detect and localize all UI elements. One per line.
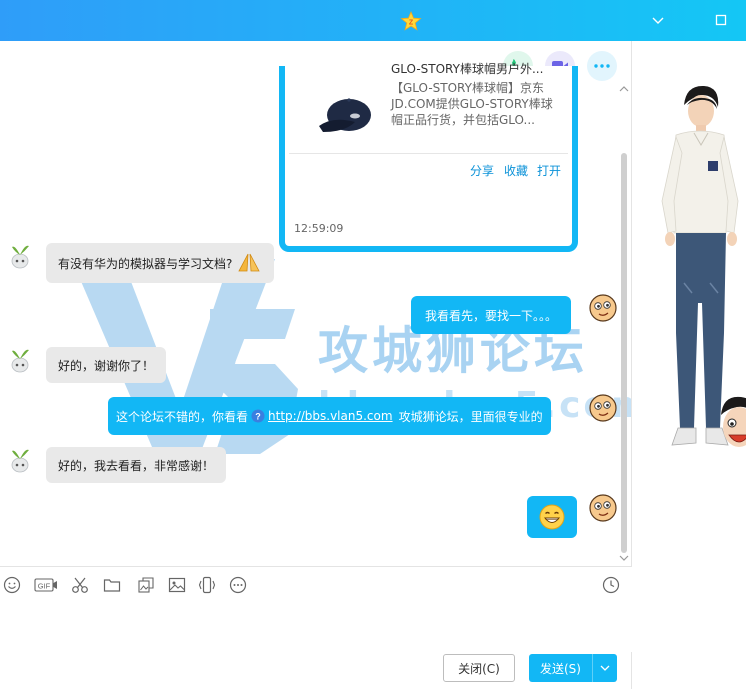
grin-face-icon bbox=[539, 504, 565, 530]
shake-button[interactable] bbox=[197, 575, 217, 595]
file-button[interactable] bbox=[102, 575, 122, 595]
card-description: 【GLO-STORY棒球帽】京东 JD.COM提供GLO-STORY棒球 帽正品… bbox=[391, 80, 561, 128]
message-input[interactable] bbox=[0, 602, 632, 652]
self-avatar[interactable] bbox=[588, 393, 618, 423]
chevron-down-icon bbox=[652, 17, 664, 24]
message-bubble-outgoing[interactable]: 我看看先，要找一下。。。 bbox=[411, 296, 572, 334]
message-text: 这个论坛不错的，你看看 bbox=[116, 409, 249, 424]
image-button[interactable] bbox=[167, 575, 187, 595]
chat-window: Z GLO-STORY棒球帽男户外... 【GLO-STORY棒球帽】京东 JD… bbox=[0, 0, 746, 689]
send-button[interactable]: 发送(S) bbox=[529, 654, 592, 682]
history-clock-icon bbox=[602, 576, 620, 594]
emoji-icon bbox=[3, 576, 21, 594]
card-title: GLO-STORY棒球帽男户外... bbox=[391, 62, 544, 76]
contact-avatar[interactable] bbox=[9, 443, 31, 473]
svg-text:GIF: GIF bbox=[38, 582, 51, 591]
card-divider bbox=[289, 153, 568, 154]
chevron-down-icon bbox=[600, 665, 610, 671]
emoji-button[interactable] bbox=[2, 575, 22, 595]
title-bar[interactable]: Z bbox=[0, 0, 746, 41]
question-icon: ? bbox=[251, 409, 265, 423]
input-toolbar: GIF bbox=[0, 566, 632, 602]
self-show-figure bbox=[721, 396, 746, 447]
message-bubble-outgoing[interactable] bbox=[527, 496, 577, 538]
message-bubble-incoming[interactable]: 好的，谢谢你了！ bbox=[46, 347, 167, 383]
maximize-button[interactable] bbox=[711, 10, 731, 30]
more-dots-icon bbox=[594, 64, 610, 68]
scissors-icon bbox=[72, 577, 88, 593]
collapse-button[interactable] bbox=[648, 10, 668, 30]
gif-icon: GIF bbox=[34, 578, 57, 592]
scroll-up-arrow-icon[interactable] bbox=[618, 85, 630, 93]
card-share-link[interactable]: 分享 bbox=[470, 162, 494, 179]
image-grid-icon bbox=[138, 577, 154, 593]
card-description-line: JD.COM提供GLO-STORY棒球 bbox=[391, 97, 553, 111]
svg-text:Z: Z bbox=[409, 20, 414, 27]
picture-collection-button[interactable] bbox=[136, 575, 156, 595]
message-bubble-incoming[interactable]: 好的，我去看看，非常感谢！ bbox=[46, 447, 227, 483]
more-button[interactable] bbox=[587, 51, 617, 81]
image-icon bbox=[168, 577, 186, 593]
history-button[interactable] bbox=[601, 575, 621, 595]
self-avatar[interactable] bbox=[588, 293, 618, 323]
message-timestamp: 12:59:09 bbox=[294, 222, 344, 235]
qq-zone-star-icon: Z bbox=[400, 11, 422, 31]
message-text: 有没有华为的模拟器与学习文档? bbox=[58, 256, 233, 271]
scroll-thumb[interactable] bbox=[621, 153, 627, 553]
chat-scrollbar[interactable] bbox=[618, 83, 630, 565]
baseball-cap-image bbox=[319, 98, 371, 132]
screenshot-button[interactable] bbox=[70, 575, 90, 595]
more-tools-button[interactable] bbox=[228, 575, 248, 595]
close-button[interactable]: 关闭(C) bbox=[443, 654, 515, 682]
card-favorite-link[interactable]: 收藏 bbox=[504, 162, 528, 179]
message-text: 好的，我去看看，非常感谢！ bbox=[58, 458, 215, 473]
prayer-hands-icon bbox=[238, 253, 261, 272]
shake-icon bbox=[198, 576, 216, 594]
message-text: 我看看先，要找一下。。。 bbox=[425, 308, 558, 323]
card-open-link[interactable]: 打开 bbox=[537, 162, 561, 179]
chat-history[interactable]: GLO-STORY棒球帽男户外... 【GLO-STORY棒球帽】京东 JD.C… bbox=[0, 41, 632, 566]
message-text: 攻城狮论坛，里面很专业的 bbox=[398, 409, 543, 424]
scroll-down-arrow-icon[interactable] bbox=[618, 554, 630, 562]
card-description-line: 【GLO-STORY棒球帽】京东 bbox=[391, 81, 544, 95]
more-circle-icon bbox=[229, 576, 247, 594]
send-options-button[interactable] bbox=[592, 654, 617, 682]
contact-show-panel bbox=[631, 41, 746, 689]
self-avatar[interactable] bbox=[588, 493, 618, 523]
maximize-icon bbox=[715, 14, 727, 26]
contact-avatar[interactable] bbox=[9, 343, 31, 373]
message-bubble-outgoing[interactable]: 这个论坛不错的，你看看 ? http://bbs.vlan5.com 攻城狮论坛… bbox=[108, 397, 551, 435]
message-bubble-incoming[interactable]: 有没有华为的模拟器与学习文档? bbox=[46, 243, 275, 283]
forum-link[interactable]: http://bbs.vlan5.com bbox=[268, 409, 393, 423]
card-description-line: 帽正品行货，并包括GLO... bbox=[391, 113, 535, 127]
folder-icon bbox=[103, 579, 121, 592]
gif-button[interactable]: GIF bbox=[34, 575, 58, 595]
message-text: 好的，谢谢你了！ bbox=[58, 358, 155, 373]
contact-avatar[interactable] bbox=[9, 239, 31, 269]
svg-text:?: ? bbox=[255, 412, 261, 422]
